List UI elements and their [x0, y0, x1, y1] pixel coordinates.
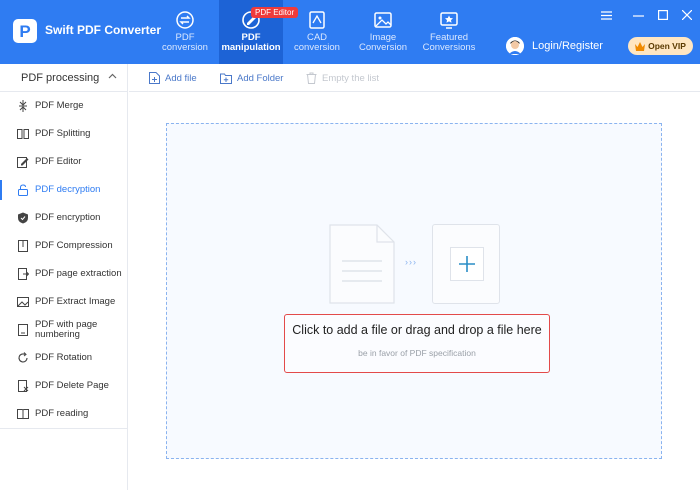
empty-list-label: Empty the list — [322, 72, 380, 84]
tab-cad-conversion[interactable]: CAD conversion — [291, 0, 343, 64]
tab-label-line2: conversion — [294, 42, 340, 53]
maximize-icon[interactable] — [657, 9, 669, 21]
sidebar-section-header[interactable]: PDF processing — [0, 64, 127, 92]
sidebar-item-label: PDF decryption — [35, 184, 101, 195]
add-folder-icon — [220, 73, 232, 84]
add-file-label: Add file — [165, 72, 197, 84]
extract-icon — [17, 268, 29, 280]
sidebar-item-pdf-extract-image[interactable]: PDF Extract Image — [0, 288, 127, 316]
vip-label: Open VIP — [648, 41, 686, 51]
sidebar-item-label: PDF Splitting — [35, 128, 91, 139]
sidebar-item-label: PDF page extraction — [35, 268, 122, 279]
trash-icon — [306, 72, 317, 84]
sidebar-item-label: PDF reading — [35, 408, 89, 419]
sidebar-item-pdf-encryption[interactable]: PDF encryption — [0, 204, 127, 232]
open-vip-button[interactable]: Open VIP — [628, 37, 693, 55]
compress-icon — [17, 240, 29, 252]
sidebar-item-pdf-delete-page[interactable]: PDF Delete Page — [0, 372, 127, 400]
close-icon[interactable] — [681, 9, 693, 21]
avatar[interactable] — [506, 37, 524, 55]
menu-icon[interactable] — [600, 9, 612, 21]
sidebar-item-pdf-page-extraction[interactable]: PDF page extraction — [0, 260, 127, 288]
plus-box — [450, 247, 484, 281]
split-icon — [17, 128, 29, 140]
user-avatar-icon — [506, 37, 524, 55]
sidebar-item-pdf-compression[interactable]: PDF Compression — [0, 232, 127, 260]
sidebar-item-pdf-splitting[interactable]: PDF Splitting — [0, 120, 127, 148]
sidebar: PDF processing PDF Merge PDF Splitting P… — [0, 64, 128, 490]
title-bar: P Swift PDF Converter PDF conversion PDF… — [0, 0, 700, 64]
delete-page-icon — [17, 380, 29, 392]
chevron-up-icon — [108, 73, 117, 79]
sidebar-item-pdf-rotation[interactable]: PDF Rotation — [0, 344, 127, 372]
add-file-icon — [149, 72, 160, 84]
logo-letter: P — [19, 21, 31, 41]
minimize-icon[interactable] — [632, 9, 644, 21]
tab-label-line2: Conversions — [422, 42, 476, 53]
image-icon — [17, 296, 29, 308]
divider — [0, 428, 127, 429]
crown-icon — [635, 41, 646, 51]
sidebar-item-pdf-reading[interactable]: PDF reading — [0, 400, 127, 428]
document-icon — [329, 224, 395, 304]
tab-featured-conversions[interactable]: Featured Conversions — [419, 0, 479, 64]
tab-label-line2: manipulation — [221, 42, 281, 53]
numbering-icon — [17, 324, 29, 336]
rotate-icon — [17, 352, 29, 364]
sidebar-item-pdf-merge[interactable]: PDF Merge — [0, 92, 127, 120]
image-icon — [374, 12, 392, 28]
plus-icon — [459, 256, 475, 272]
merge-icon — [17, 100, 29, 112]
sidebar-item-label: PDF Rotation — [35, 352, 93, 363]
label-line2: numbering — [35, 329, 80, 340]
edit-icon — [17, 156, 29, 168]
sidebar-item-pdf-editor[interactable]: PDF Editor — [0, 148, 127, 176]
tab-label-line2: Conversion — [358, 42, 408, 53]
drop-main-text: Click to add a file or drag and drop a f… — [292, 323, 542, 337]
file-drop-zone[interactable]: ››› Click to add a file or drag and drop… — [166, 123, 662, 459]
shield-icon — [17, 212, 29, 224]
sidebar-item-label: PDF encryption — [35, 212, 101, 223]
star-screen-icon — [440, 12, 458, 29]
drop-instruction-box[interactable]: Click to add a file or drag and drop a f… — [284, 314, 550, 373]
tab-image-conversion[interactable]: Image Conversion — [355, 0, 411, 64]
sidebar-item-label: PDF Extract Image — [35, 296, 116, 307]
add-folder-label: Add Folder — [237, 72, 284, 84]
add-folder-button[interactable]: Add Folder — [220, 71, 283, 85]
unlock-icon — [17, 184, 29, 196]
swap-circle-icon — [176, 11, 194, 29]
app-title: Swift PDF Converter — [45, 23, 162, 37]
sidebar-item-label: PDF with page numbering — [35, 320, 97, 340]
sidebar-item-pdf-page-numbering[interactable]: PDF with page numbering — [0, 316, 127, 344]
cad-icon — [309, 11, 325, 29]
drop-sub-text: be in favor of PDF specification — [358, 348, 476, 358]
arrow-indicator-icon: ››› — [405, 257, 417, 267]
app-logo: P — [13, 19, 37, 43]
sidebar-section-title: PDF processing — [21, 72, 100, 84]
add-file-button[interactable]: Add file — [149, 71, 197, 85]
sidebar-item-label: PDF Merge — [35, 100, 84, 111]
sidebar-item-pdf-decryption[interactable]: PDF decryption — [0, 176, 127, 204]
tab-pdf-conversion[interactable]: PDF conversion — [157, 0, 213, 64]
sidebar-item-label: PDF Editor — [35, 156, 82, 167]
sidebar-item-label: PDF Delete Page — [35, 380, 109, 391]
book-icon — [17, 408, 29, 420]
toolbar: Add file Add Folder Empty the list — [129, 64, 700, 92]
tab-label-line2: conversion — [162, 42, 208, 53]
login-register-link[interactable]: Login/Register — [532, 40, 603, 52]
empty-list-button[interactable]: Empty the list — [306, 71, 379, 85]
add-file-card[interactable] — [432, 224, 500, 304]
sidebar-item-label: PDF Compression — [35, 240, 113, 251]
